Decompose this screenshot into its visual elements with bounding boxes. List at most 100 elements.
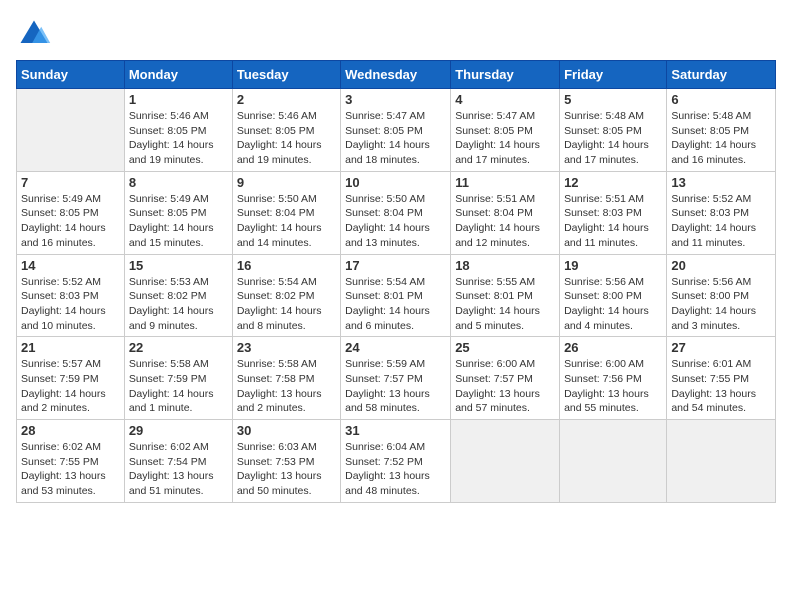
day-number: 8 xyxy=(129,175,228,190)
day-info: Sunrise: 5:46 AMSunset: 8:05 PMDaylight:… xyxy=(237,109,336,168)
day-info: Sunrise: 5:50 AMSunset: 8:04 PMDaylight:… xyxy=(345,192,446,251)
day-info: Sunrise: 5:51 AMSunset: 8:03 PMDaylight:… xyxy=(564,192,662,251)
day-info: Sunrise: 5:56 AMSunset: 8:00 PMDaylight:… xyxy=(671,275,771,334)
header-cell-monday: Monday xyxy=(124,61,232,89)
calendar-cell: 3 Sunrise: 5:47 AMSunset: 8:05 PMDaylight… xyxy=(341,89,451,172)
calendar-table: SundayMondayTuesdayWednesdayThursdayFrid… xyxy=(16,60,776,503)
day-number: 12 xyxy=(564,175,662,190)
calendar-cell: 13 Sunrise: 5:52 AMSunset: 8:03 PMDayligh… xyxy=(667,171,776,254)
calendar-cell: 15 Sunrise: 5:53 AMSunset: 8:02 PMDayligh… xyxy=(124,254,232,337)
day-info: Sunrise: 5:57 AMSunset: 7:59 PMDaylight:… xyxy=(21,357,120,416)
calendar-cell: 1 Sunrise: 5:46 AMSunset: 8:05 PMDaylight… xyxy=(124,89,232,172)
day-number: 4 xyxy=(455,92,555,107)
day-number: 26 xyxy=(564,340,662,355)
day-number: 21 xyxy=(21,340,120,355)
calendar-cell: 7Sunrise: 5:49 AMSunset: 8:05 PMDaylight… xyxy=(17,171,125,254)
header-row: SundayMondayTuesdayWednesdayThursdayFrid… xyxy=(17,61,776,89)
day-info: Sunrise: 5:50 AMSunset: 8:04 PMDaylight:… xyxy=(237,192,336,251)
calendar-cell: 16Sunrise: 5:54 AMSunset: 8:02 PMDayligh… xyxy=(232,254,340,337)
calendar-cell: 21 Sunrise: 5:57 AMSunset: 7:59 PMDayligh… xyxy=(17,337,125,420)
calendar-cell xyxy=(560,420,667,503)
calendar-body: 1 Sunrise: 5:46 AMSunset: 8:05 PMDaylight… xyxy=(17,89,776,503)
calendar-week-3: 21 Sunrise: 5:57 AMSunset: 7:59 PMDayligh… xyxy=(17,337,776,420)
logo-icon xyxy=(16,16,52,52)
day-info: Sunrise: 5:48 AMSunset: 8:05 PMDaylight:… xyxy=(671,109,771,168)
day-number: 17 xyxy=(345,258,446,273)
page-header xyxy=(16,16,776,52)
calendar-cell: 11 Sunrise: 5:51 AMSunset: 8:04 PMDayligh… xyxy=(451,171,560,254)
day-number: 14 xyxy=(21,258,120,273)
day-info: Sunrise: 5:51 AMSunset: 8:04 PMDaylight:… xyxy=(455,192,555,251)
calendar-cell: 28 Sunrise: 6:02 AMSunset: 7:55 PMDayligh… xyxy=(17,420,125,503)
day-number: 3 xyxy=(345,92,446,107)
calendar-cell: 5 Sunrise: 5:48 AMSunset: 8:05 PMDaylight… xyxy=(560,89,667,172)
day-number: 15 xyxy=(129,258,228,273)
header-cell-tuesday: Tuesday xyxy=(232,61,340,89)
day-number: 18 xyxy=(455,258,555,273)
header-cell-sunday: Sunday xyxy=(17,61,125,89)
day-info: Sunrise: 5:52 AMSunset: 8:03 PMDaylight:… xyxy=(21,275,120,334)
calendar-cell: 6 Sunrise: 5:48 AMSunset: 8:05 PMDaylight… xyxy=(667,89,776,172)
calendar-week-1: 7 Sunrise: 5:49 AMSunset: 8:05 PMDaylight… xyxy=(17,171,776,254)
day-number: 2 xyxy=(237,92,336,107)
day-info: Sunrise: 6:01 AMSunset: 7:55 PMDaylight:… xyxy=(671,357,771,416)
day-info: Sunrise: 5:56 AMSunset: 8:00 PMDaylight:… xyxy=(564,275,662,334)
day-number: 23 xyxy=(237,340,336,355)
day-number: 25 xyxy=(455,340,555,355)
calendar-cell: 31Sunrise: 6:04 AMSunset: 7:52 PMDayligh… xyxy=(341,420,451,503)
calendar-cell: 12 Sunrise: 5:51 AMSunset: 8:03 PMDayligh… xyxy=(560,171,667,254)
day-number: 22 xyxy=(129,340,228,355)
day-number: 7 xyxy=(21,175,120,190)
calendar-cell: 23 Sunrise: 5:58 AMSunset: 7:58 PMDayligh… xyxy=(232,337,340,420)
day-number: 30 xyxy=(237,423,336,438)
calendar-cell xyxy=(451,420,560,503)
calendar-header: SundayMondayTuesdayWednesdayThursdayFrid… xyxy=(17,61,776,89)
day-info: Sunrise: 5:58 AMSunset: 7:58 PMDaylight:… xyxy=(237,357,336,416)
calendar-cell: 22 Sunrise: 5:58 AMSunset: 7:59 PMDayligh… xyxy=(124,337,232,420)
day-number: 5 xyxy=(564,92,662,107)
day-info: Sunrise: 5:46 AMSunset: 8:05 PMDaylight:… xyxy=(129,109,228,168)
calendar-cell: 30 Sunrise: 6:03 AMSunset: 7:53 PMDayligh… xyxy=(232,420,340,503)
day-info: Sunrise: 5:47 AMSunset: 8:05 PMDaylight:… xyxy=(345,109,446,168)
day-info: Sunrise: 5:59 AMSunset: 7:57 PMDaylight:… xyxy=(345,357,446,416)
day-info: Sunrise: 5:54 AMSunset: 8:02 PMDaylight:… xyxy=(237,275,336,334)
day-number: 1 xyxy=(129,92,228,107)
calendar-cell: 14 Sunrise: 5:52 AMSunset: 8:03 PMDayligh… xyxy=(17,254,125,337)
day-number: 28 xyxy=(21,423,120,438)
calendar-cell: 10Sunrise: 5:50 AMSunset: 8:04 PMDayligh… xyxy=(341,171,451,254)
day-number: 20 xyxy=(671,258,771,273)
day-number: 29 xyxy=(129,423,228,438)
day-number: 24 xyxy=(345,340,446,355)
calendar-cell: 29 Sunrise: 6:02 AMSunset: 7:54 PMDayligh… xyxy=(124,420,232,503)
day-number: 11 xyxy=(455,175,555,190)
header-cell-friday: Friday xyxy=(560,61,667,89)
calendar-week-0: 1 Sunrise: 5:46 AMSunset: 8:05 PMDaylight… xyxy=(17,89,776,172)
calendar-cell: 9 Sunrise: 5:50 AMSunset: 8:04 PMDaylight… xyxy=(232,171,340,254)
day-info: Sunrise: 6:03 AMSunset: 7:53 PMDaylight:… xyxy=(237,440,336,499)
day-number: 13 xyxy=(671,175,771,190)
day-info: Sunrise: 6:00 AMSunset: 7:56 PMDaylight:… xyxy=(564,357,662,416)
day-info: Sunrise: 5:58 AMSunset: 7:59 PMDaylight:… xyxy=(129,357,228,416)
calendar-cell: 20 Sunrise: 5:56 AMSunset: 8:00 PMDayligh… xyxy=(667,254,776,337)
day-number: 27 xyxy=(671,340,771,355)
logo xyxy=(16,16,56,52)
day-info: Sunrise: 5:48 AMSunset: 8:05 PMDaylight:… xyxy=(564,109,662,168)
day-info: Sunrise: 6:02 AMSunset: 7:54 PMDaylight:… xyxy=(129,440,228,499)
header-cell-thursday: Thursday xyxy=(451,61,560,89)
day-info: Sunrise: 5:53 AMSunset: 8:02 PMDaylight:… xyxy=(129,275,228,334)
day-info: Sunrise: 5:52 AMSunset: 8:03 PMDaylight:… xyxy=(671,192,771,251)
calendar-cell: 25Sunrise: 6:00 AMSunset: 7:57 PMDayligh… xyxy=(451,337,560,420)
calendar-week-4: 28 Sunrise: 6:02 AMSunset: 7:55 PMDayligh… xyxy=(17,420,776,503)
calendar-cell: 4Sunrise: 5:47 AMSunset: 8:05 PMDaylight… xyxy=(451,89,560,172)
day-info: Sunrise: 6:02 AMSunset: 7:55 PMDaylight:… xyxy=(21,440,120,499)
calendar-cell: 18Sunrise: 5:55 AMSunset: 8:01 PMDayligh… xyxy=(451,254,560,337)
calendar-cell: 19Sunrise: 5:56 AMSunset: 8:00 PMDayligh… xyxy=(560,254,667,337)
calendar-cell xyxy=(667,420,776,503)
header-cell-wednesday: Wednesday xyxy=(341,61,451,89)
calendar-cell: 27 Sunrise: 6:01 AMSunset: 7:55 PMDayligh… xyxy=(667,337,776,420)
day-number: 6 xyxy=(671,92,771,107)
day-number: 9 xyxy=(237,175,336,190)
day-number: 31 xyxy=(345,423,446,438)
day-info: Sunrise: 5:49 AMSunset: 8:05 PMDaylight:… xyxy=(129,192,228,251)
calendar-cell: 8 Sunrise: 5:49 AMSunset: 8:05 PMDaylight… xyxy=(124,171,232,254)
